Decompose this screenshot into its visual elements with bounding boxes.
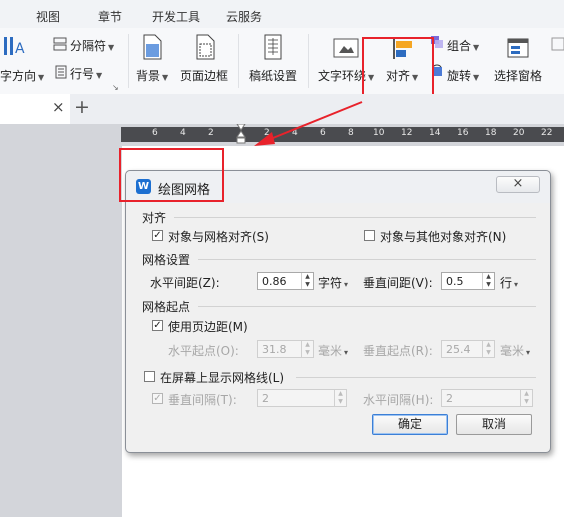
grid-settings-label: 网格设置 [142,253,191,267]
show-grid-label: 在屏幕上显示网格线(L) [160,371,285,385]
snap-grid-checkbox[interactable]: ✓ [152,230,163,241]
ruler-tick: 16 [457,128,469,138]
cancel-button[interactable]: 取消 [456,414,532,435]
snap-grid-label: 对象与网格对齐(S) [168,230,269,244]
group-divider [174,217,536,218]
selection-pane-button[interactable]: 选择窗格 [494,67,542,84]
text-direction-icon: A [2,34,26,58]
spinner-arrows-icon[interactable]: ▲ ▼ [334,390,346,406]
ruler-tick: 2 [208,128,214,138]
group-divider [296,377,536,378]
use-margin-checkbox[interactable]: ✓ [152,320,163,331]
ruler-tick: 14 [429,128,441,138]
page-border-icon [194,34,216,60]
menu-bar: 视图 章节 开发工具 云服务 [0,0,564,28]
selection-pane-icon [507,37,529,59]
new-tab-icon[interactable]: + [74,96,90,118]
v-interval-label: 垂直间隔(T): [168,393,237,407]
drawing-grid-dialog: W 绘图网格 × 对齐 ✓ 对象与网格对齐(S) 对象与其他对象对齐(N) 网格… [119,148,551,453]
text-direction-button[interactable]: 字方向 ▼ [0,67,44,84]
v-spacing-unit[interactable]: 行 ▾ [500,274,518,291]
grid-origin-label: 网格起点 [142,300,191,314]
ruler-tick: 12 [401,128,413,138]
v-spacing-label: 垂直间距(V): [363,276,433,290]
background-icon [141,34,163,60]
group-divider [198,259,536,260]
v-spacing-input[interactable]: 0.5 ▲ ▼ [441,272,495,290]
show-grid-checkbox[interactable] [144,371,155,382]
group-button[interactable]: 组合 ▼ [447,37,479,54]
h-origin-unit[interactable]: 毫米 ▾ [318,342,348,359]
svg-text:A: A [15,41,25,57]
v-interval-checkbox[interactable]: ✓ [152,393,163,404]
close-icon: × [512,176,524,191]
menu-view[interactable]: 视图 [36,8,60,25]
snap-objects-checkbox[interactable] [364,230,375,241]
h-origin-input[interactable]: 31.8 ▲ ▼ [257,340,314,358]
h-spacing-input[interactable]: 0.86 ▲ ▼ [257,272,314,290]
use-margin-label: 使用页边距(M) [168,320,248,334]
line-number-button[interactable]: 行号 ▼ [70,65,102,82]
text-wrap-icon [333,38,359,58]
separator-icon [53,37,67,51]
annotation-arrow-icon [254,101,363,146]
separator-button[interactable]: 分隔符 ▼ [70,37,114,54]
menu-section[interactable]: 章节 [98,8,122,25]
ok-button[interactable]: 确定 [372,414,448,435]
ruler-tick: 20 [513,128,525,138]
v-origin-input[interactable]: 25.4 ▲ ▼ [441,340,495,358]
extra-tool-icon[interactable] [551,37,564,51]
h-origin-label: 水平起点(O): [168,344,239,358]
background-button[interactable]: 背景 ▼ [136,67,168,84]
line-number-icon [53,65,67,79]
tab-close-icon[interactable]: × [52,98,65,116]
spinner-arrows-icon[interactable]: ▲ ▼ [301,341,313,357]
v-origin-unit[interactable]: 毫米 ▾ [500,342,530,359]
ruler-tick: 22 [541,128,553,138]
document-tab[interactable]: × [0,94,70,124]
group-divider [198,306,536,307]
v-interval-input[interactable]: 2 ▲ ▼ [257,389,347,407]
title-highlight-box [119,148,224,202]
menu-cloud-service[interactable]: 云服务 [226,8,262,25]
h-spacing-unit[interactable]: 字符 ▾ [318,274,348,291]
page-border-button[interactable]: 页面边框 [180,67,228,84]
spinner-arrows-icon[interactable]: ▲ ▼ [301,273,313,289]
dialog-launcher-icon[interactable]: ↘ [112,83,119,92]
dialog-close-button[interactable]: × [496,176,540,193]
spinner-arrows-icon[interactable]: ▲ ▼ [482,341,494,357]
h-interval-label: 水平间隔(H): [363,393,434,407]
ribbon-divider [128,34,129,88]
spinner-arrows-icon[interactable]: ▲ ▼ [482,273,494,289]
v-origin-label: 垂直起点(R): [363,344,433,358]
ruler-tick: 18 [485,128,497,138]
ruler-tick: 4 [180,128,186,138]
h-interval-input[interactable]: 2 ▲ ▼ [441,389,533,407]
manuscript-icon [262,34,284,60]
spinner-arrows-icon[interactable]: ▲ ▼ [520,390,532,406]
h-spacing-label: 水平间距(Z): [150,276,220,290]
align-group-label: 对齐 [142,211,167,225]
ruler-tick: 6 [152,128,158,138]
rotate-button[interactable]: 旋转 ▼ [447,67,479,84]
menu-developer-tools[interactable]: 开发工具 [152,8,200,25]
ribbon-divider [238,34,239,88]
snap-objects-label: 对象与其他对象对齐(N) [380,230,507,244]
